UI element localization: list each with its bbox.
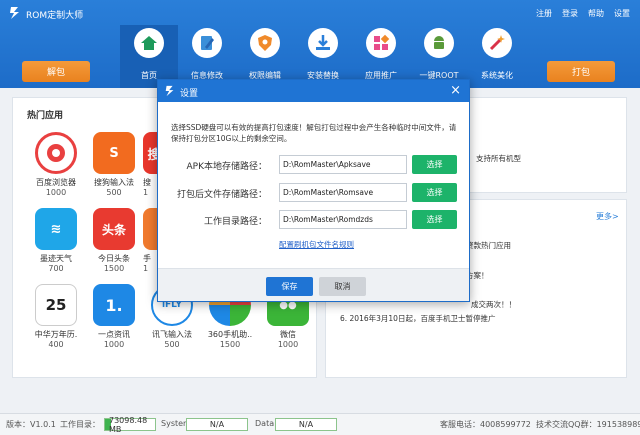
apk-path-browse-button[interactable]: 选择 — [412, 155, 457, 174]
app-wannianli[interactable]: 25 中华万年历. 400 — [27, 284, 85, 349]
app-header: ROM定制大师 注册 登录 帮助 设置 解包 打包 首页 信息修改 权限编辑 安… — [0, 0, 640, 88]
support-phone: 客服电话：4008599772 — [440, 420, 531, 429]
apk-path-label: APK本地存储路径： — [186, 162, 268, 172]
app-moji-weather[interactable]: ≋ 墨迹天气 700 — [27, 208, 85, 273]
unpack-button[interactable]: 解包 — [22, 61, 90, 82]
home-icon — [134, 28, 164, 58]
filename-rule-link[interactable]: 配置刷机包文件名规则 — [279, 239, 354, 250]
support-text: 支持所有机型 — [476, 154, 521, 163]
pack-button[interactable]: 打包 — [547, 61, 615, 82]
sogou-icon: S — [93, 132, 135, 174]
app-title: ROM定制大师 — [26, 11, 84, 21]
login-link[interactable]: 登录 — [562, 8, 578, 19]
app-yidian[interactable]: 1. 一点资讯 1000 — [85, 284, 143, 349]
nav-item-beautify[interactable]: 系统美化 — [468, 25, 526, 88]
hot-apps-title: 热门应用 — [27, 111, 64, 121]
news-line: 成交两次！！ — [471, 300, 516, 309]
settings-dialog: 设置 × 选择SSD硬盘可以有效的提高打包速度！解包打包过程中会产生各种临时中间… — [157, 79, 470, 302]
magic-wand-icon — [482, 28, 512, 58]
news-line: 赘款热门应用 — [466, 241, 511, 250]
register-link[interactable]: 注册 — [536, 8, 552, 19]
version-text: 版本：V1.0.1 — [6, 420, 56, 429]
shield-icon — [250, 28, 280, 58]
workdir-path-input[interactable] — [279, 210, 407, 229]
dialog-footer: 保存 取消 — [158, 268, 469, 301]
workdir-path-label: 工作目录路径： — [203, 217, 267, 227]
more-link[interactable]: 更多> — [596, 211, 619, 222]
data-label: Data: — [255, 419, 277, 428]
dialog-note: 选择SSD硬盘可以有效的提高打包速度！解包打包过程中会产生各种临时中间文件，请保… — [171, 123, 457, 143]
moji-weather-icon: ≋ — [35, 208, 77, 250]
help-link[interactable]: 帮助 — [588, 8, 604, 19]
nav-label: 系统美化 — [481, 71, 513, 80]
top-links: 注册 登录 帮助 设置 — [536, 8, 630, 19]
dialog-header: 设置 × — [158, 80, 469, 102]
close-icon[interactable]: × — [450, 83, 461, 98]
pack-path-browse-button[interactable]: 选择 — [412, 183, 457, 202]
pack-path-input[interactable] — [279, 183, 407, 202]
calendar-icon: 25 — [35, 284, 77, 326]
settings-link[interactable]: 设置 — [614, 8, 630, 19]
android-icon — [424, 28, 454, 58]
app-sogou-input[interactable]: S 搜狗输入法 500 — [85, 132, 143, 197]
workdir-usage: 73098.48 MB — [104, 416, 156, 434]
data-usage: N/A — [275, 418, 337, 431]
apk-path-input[interactable] — [279, 155, 407, 174]
dialog-title: 设置 — [180, 89, 199, 99]
workdir-label: 工作目录： — [60, 420, 100, 429]
apps-icon — [366, 28, 396, 58]
system-usage: N/A — [186, 418, 248, 431]
pack-path-label: 打包后文件存储路径： — [176, 190, 267, 200]
workdir-path-browse-button[interactable]: 选择 — [412, 210, 457, 229]
qq-group: 技术交流QQ群：191538989 — [536, 420, 640, 429]
status-bar: 版本：V1.0.1 工作目录： 73098.48 MB System: N/A … — [0, 413, 640, 435]
download-icon — [308, 28, 338, 58]
app-toutiao[interactable]: 头条 今日头条 1500 — [85, 208, 143, 273]
dialog-logo-icon — [165, 85, 174, 97]
news-line: 6. 2016年3月10日起，百度手机卫士暂停推广 — [340, 314, 496, 323]
save-button[interactable]: 保存 — [266, 277, 313, 296]
baidu-browser-icon — [35, 132, 77, 174]
app-logo-icon — [10, 7, 19, 19]
toutiao-icon: 头条 — [93, 208, 135, 250]
app-baidu-browser[interactable]: 百度浏览器 1000 — [27, 132, 85, 197]
edit-icon — [192, 28, 222, 58]
yidian-icon: 1. — [93, 284, 135, 326]
cancel-button[interactable]: 取消 — [319, 277, 366, 296]
